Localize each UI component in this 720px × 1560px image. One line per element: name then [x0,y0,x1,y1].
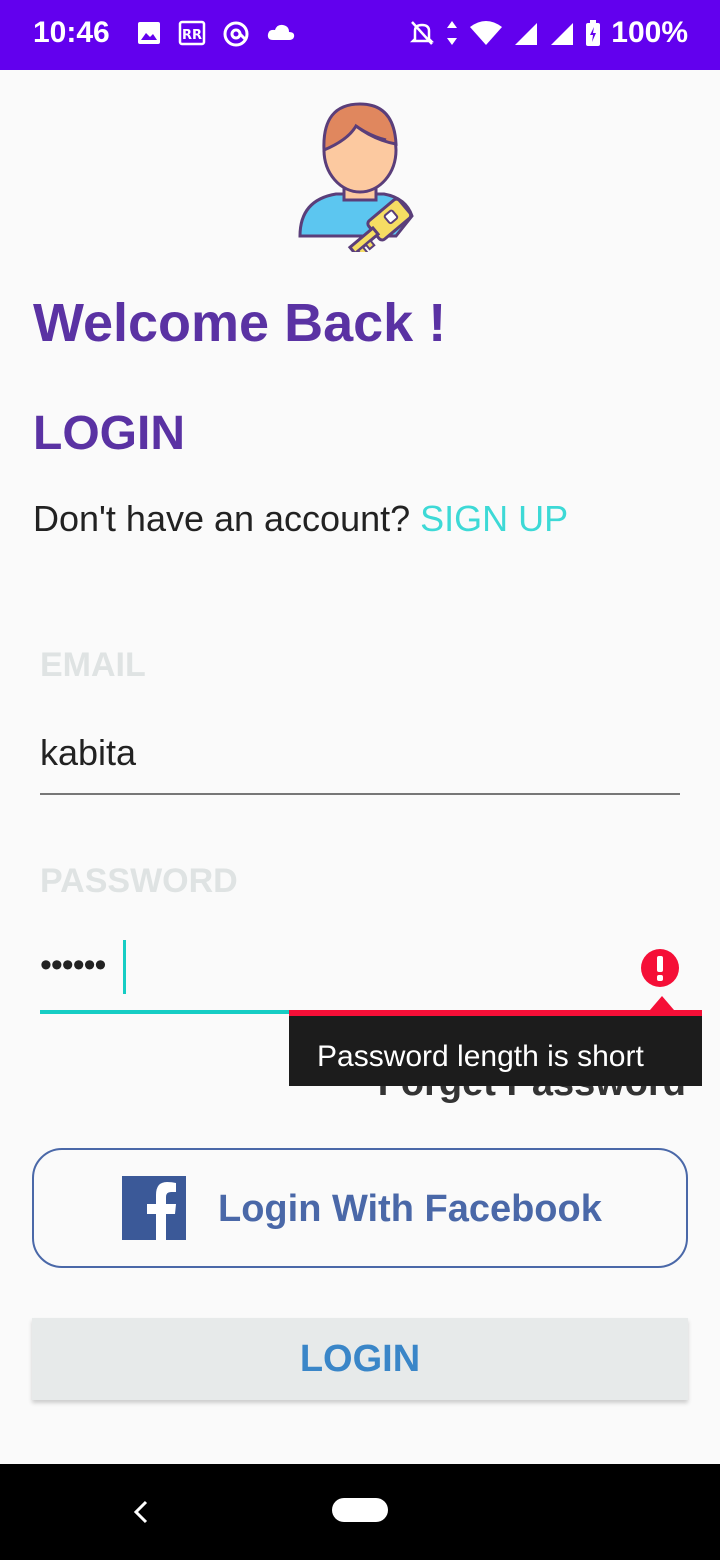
error-tooltip: Password length is short [289,1010,702,1086]
status-right: 100% [409,16,688,50]
login-button[interactable]: LOGIN [32,1318,688,1400]
cloud-icon [267,24,295,40]
data-arrows-icon [447,21,458,45]
facebook-button-label: Login With Facebook [218,1188,602,1230]
password-field[interactable]: •••••• [40,946,106,985]
password-label: PASSWORD [40,862,238,900]
facebook-login-button[interactable]: Login With Facebook [32,1148,688,1268]
welcome-heading: Welcome Back ! [33,293,447,353]
battery-icon [586,20,601,46]
email-label: EMAIL [40,646,146,684]
battery-percentage: 100% [611,16,688,49]
svg-text:RR: RR [182,28,202,43]
facebook-icon [122,1176,186,1240]
signup-link[interactable]: SIGN UP [420,498,568,539]
wifi-icon [470,21,503,45]
navigation-bar [0,1464,720,1560]
sim-card-icon: RR [178,20,206,46]
email-underline [40,793,680,795]
status-bar: 10:46 RR 100% [0,0,720,70]
signup-prompt-line: Don't have an account? SIGN UP [33,498,568,540]
home-button[interactable] [332,1498,388,1522]
error-tooltip-pointer [650,996,674,1010]
signal-icon [551,23,574,45]
signup-prompt: Don't have an account? [33,498,411,539]
image-icon [138,22,160,44]
email-field[interactable]: kabita [40,732,136,774]
error-message: Password length is short [317,1040,644,1073]
login-title: LOGIN [33,407,185,460]
text-caret [123,940,126,994]
back-icon[interactable] [126,1492,154,1532]
signal-icon [515,23,538,45]
status-time: 10:46 [33,16,110,49]
error-icon [641,949,679,987]
user-key-icon [298,102,414,252]
alarm-off-icon [410,21,435,45]
status-left-icons: RR [136,20,296,48]
at-sign-icon [223,21,249,47]
